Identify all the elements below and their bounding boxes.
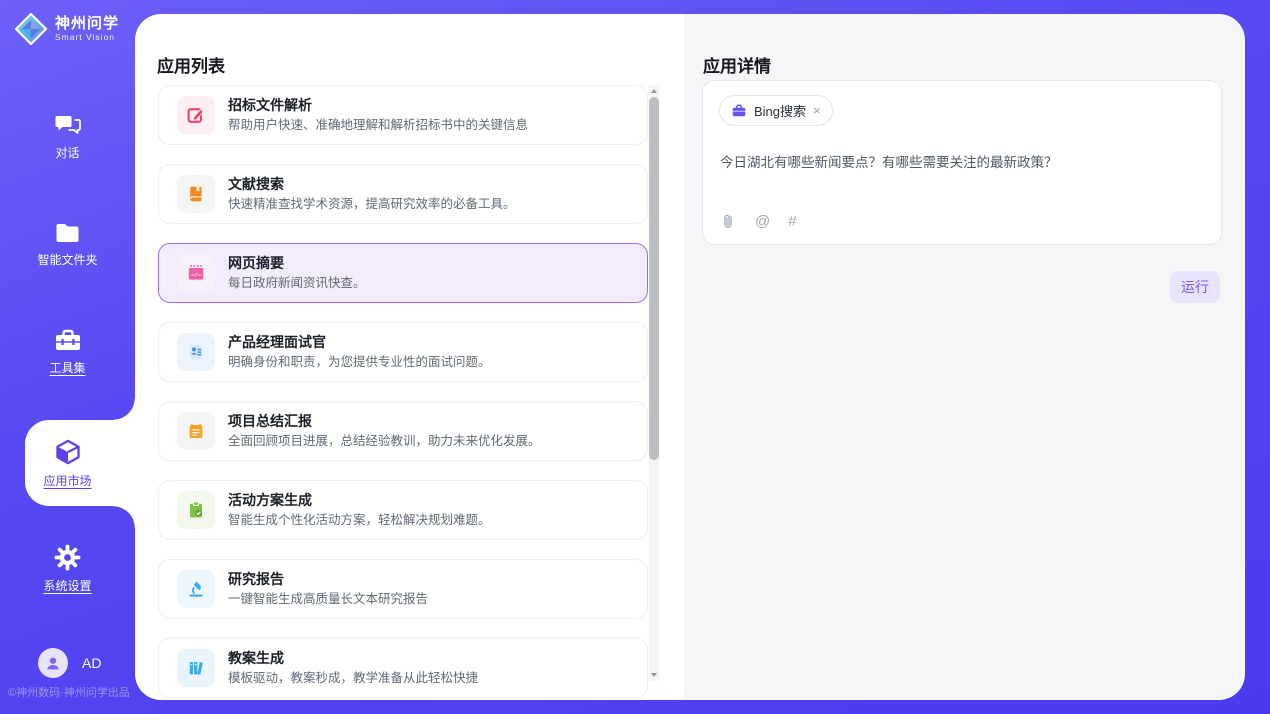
web-code-icon: </>: [177, 254, 215, 292]
app-title: 活动方案生成: [228, 491, 491, 509]
app-description: 全面回顾项目进展，总结经验教训，助力未来优化发展。: [228, 433, 541, 450]
app-description: 每日政府新闻资讯快查。: [228, 275, 366, 292]
app-title: 项目总结汇报: [228, 412, 541, 430]
briefcase-icon: [731, 103, 747, 119]
app-description: 智能生成个性化活动方案，轻松解决规划难题。: [228, 512, 491, 529]
books-icon: [177, 649, 215, 687]
run-button[interactable]: 运行: [1170, 271, 1220, 303]
sidebar-item-label: 应用市场: [0, 472, 135, 489]
app-detail-panel: 应用详情 Bing搜索 × 今日湖北有哪些新闻要点？有哪些需要关注的最新政策？ …: [684, 14, 1245, 700]
clipboard-check-icon: [177, 491, 215, 529]
folder-icon: [54, 221, 81, 245]
list-item-pm-interviewer[interactable]: 产品经理面试官 明确身份和职责，为您提供专业性的面试问题。: [158, 322, 648, 382]
tool-chip-bing-search[interactable]: Bing搜索 ×: [719, 95, 833, 126]
app-description: 明确身份和职责，为您提供专业性的面试问题。: [228, 354, 491, 371]
notepad-icon: [177, 412, 215, 450]
sidebar-item-settings[interactable]: 系统设置: [0, 544, 135, 594]
toolbox-icon: [54, 328, 82, 353]
app-title: 文献搜索: [228, 175, 516, 193]
list-item-bid-parse[interactable]: 招标文件解析 帮助用户快速、准确地理解和解析招标书中的关键信息: [158, 85, 648, 145]
microscope-icon: [177, 570, 215, 608]
sidebar-item-label: 智能文件夹: [0, 251, 135, 268]
composer-toolbar: @ #: [720, 213, 797, 230]
brand-subtitle: Smart Vision: [55, 32, 119, 42]
app-description: 模板驱动，教案秒成，教学准备从此轻松快捷: [228, 670, 478, 687]
list-item-event-plan[interactable]: 活动方案生成 智能生成个性化活动方案，轻松解决规划难题。: [158, 480, 648, 540]
at-icon[interactable]: @: [755, 214, 770, 229]
app-list: 招标文件解析 帮助用户快速、准确地理解和解析招标书中的关键信息 文献搜索 快速精…: [158, 85, 648, 698]
avatar: [38, 648, 68, 678]
chat-icon: [54, 112, 82, 138]
sidebar: 神州问学 Smart Vision 对话 智能文件夹 工具集: [0, 0, 135, 714]
close-icon[interactable]: ×: [813, 104, 821, 117]
list-item-project-summary[interactable]: 项目总结汇报 全面回顾项目进展，总结经验教训，助力未来优化发展。: [158, 401, 648, 461]
gear-icon: [54, 544, 81, 571]
user-account[interactable]: AD: [38, 648, 101, 678]
scrollbar-up-arrow[interactable]: [649, 85, 659, 97]
diamond-gem-icon: [13, 11, 49, 47]
interview-doc-icon: [177, 333, 215, 371]
list-item-web-summary[interactable]: </> 网页摘要 每日政府新闻资讯快查。: [158, 243, 648, 303]
app-description: 一键智能生成高质量长文本研究报告: [228, 591, 428, 608]
list-item-literature-search[interactable]: 文献搜索 快速精准查找学术资源，提高研究效率的必备工具。: [158, 164, 648, 224]
prompt-composer: Bing搜索 × 今日湖北有哪些新闻要点？有哪些需要关注的最新政策？ @ #: [702, 80, 1222, 245]
app-description: 快速精准查找学术资源，提高研究效率的必备工具。: [228, 196, 516, 213]
main-panel: 应用列表 招标文件解析 帮助用户快速、准确地理解和解析招标书中的关键信息: [135, 14, 1245, 700]
app-detail-title: 应用详情: [703, 52, 771, 77]
scrollbar-down-arrow[interactable]: [649, 669, 659, 681]
app-title: 招标文件解析: [228, 96, 528, 114]
app-list-title: 应用列表: [157, 52, 225, 77]
sidebar-item-chat[interactable]: 对话: [0, 112, 135, 161]
query-textbox[interactable]: 今日湖北有哪些新闻要点？有哪些需要关注的最新政策？: [720, 151, 1201, 171]
list-item-lesson-plan[interactable]: 教案生成 模板驱动，教案秒成，教学准备从此轻松快捷: [158, 638, 648, 698]
user-name: AD: [82, 655, 101, 671]
sidebar-item-label: 系统设置: [0, 577, 135, 594]
cube-icon: [54, 438, 82, 466]
list-item-research-report[interactable]: 研究报告 一键智能生成高质量长文本研究报告: [158, 559, 648, 619]
sidebar-item-smart-folder[interactable]: 智能文件夹: [0, 221, 135, 268]
app-title: 产品经理面试官: [228, 333, 491, 351]
sidebar-item-toolset[interactable]: 工具集: [0, 328, 135, 376]
svg-text:</>: </>: [191, 272, 202, 278]
brand-name: 神州问学: [55, 16, 119, 32]
app-title: 网页摘要: [228, 254, 366, 272]
app-list-panel: 应用列表 招标文件解析 帮助用户快速、准确地理解和解析招标书中的关键信息: [135, 14, 684, 700]
user-avatar-icon: [44, 654, 62, 672]
sidebar-item-app-market[interactable]: 应用市场: [0, 438, 135, 489]
hash-icon[interactable]: #: [788, 214, 796, 229]
sidebar-item-label: 工具集: [0, 359, 135, 376]
sidebar-item-label: 对话: [0, 144, 135, 161]
brand-logo: 神州问学 Smart Vision: [13, 11, 119, 47]
tool-chip-label: Bing搜索: [754, 101, 806, 120]
scrollbar-thumb[interactable]: [649, 97, 659, 460]
app-title: 教案生成: [228, 649, 478, 667]
scrollbar[interactable]: [649, 85, 659, 681]
app-description: 帮助用户快速、准确地理解和解析招标书中的关键信息: [228, 117, 528, 134]
app-title: 研究报告: [228, 570, 428, 588]
copyright-text: ©神州数码·神州问学出品: [8, 684, 135, 700]
paperclip-icon[interactable]: [720, 213, 737, 230]
book-icon: [177, 175, 215, 213]
pen-square-icon: [177, 96, 215, 134]
